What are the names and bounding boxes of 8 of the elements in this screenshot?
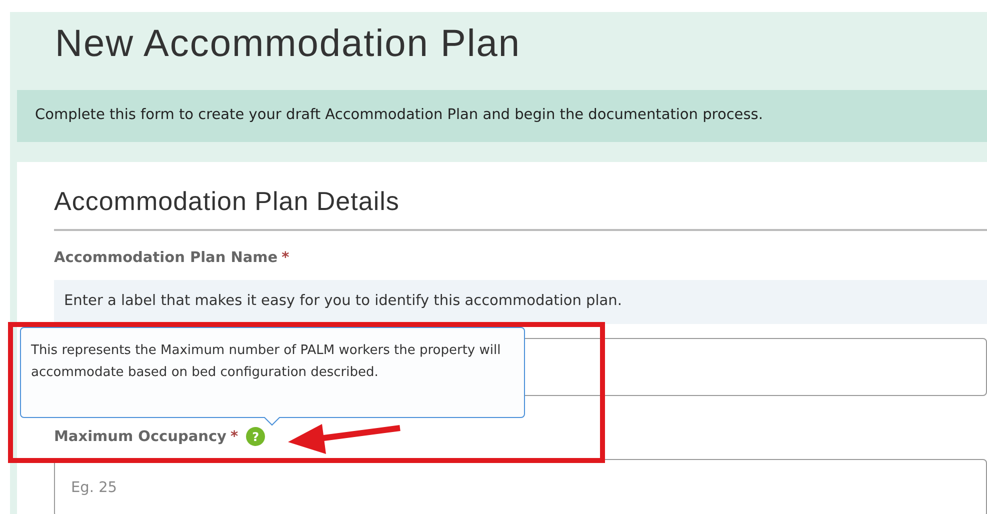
hint-text: Enter a label that makes it easy for you to identify this accommodation plan. (54, 280, 987, 324)
required-mark: * (282, 250, 290, 266)
required-mark: * (230, 428, 238, 445)
info-banner: Complete this form to create your draft Accommodation Plan and begin the documentation process. (17, 90, 987, 142)
field-label: Maximum Occupancy (54, 428, 226, 445)
page-title: New Accommodation Plan (54, 22, 522, 67)
field-label: Accommodation Plan Name (54, 250, 278, 266)
section-title: Accommodation Plan Details (54, 186, 400, 218)
